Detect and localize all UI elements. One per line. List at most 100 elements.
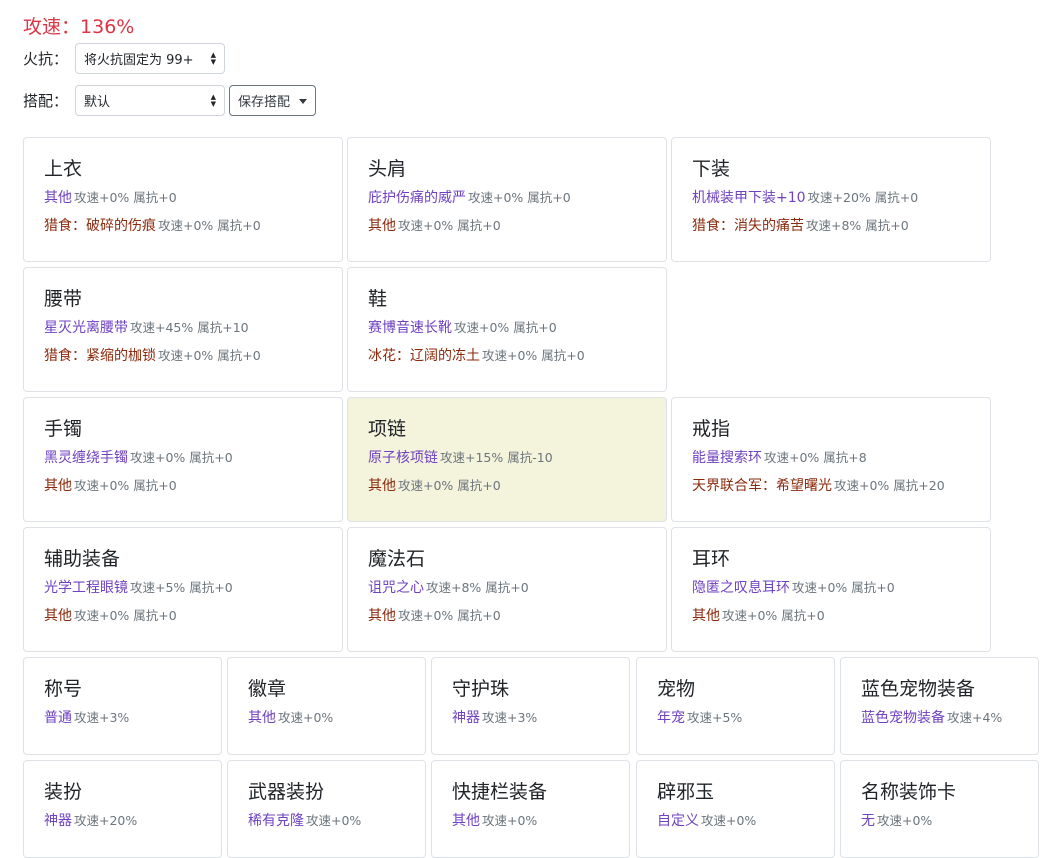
outfit-select-value: 默认	[84, 95, 111, 110]
item-line: 冰花：辽阔的冻土 攻速+0% 属抗+0	[368, 347, 666, 365]
item-name[interactable]: 其他	[368, 608, 396, 624]
slot-name: 腰带	[44, 288, 83, 310]
item-stats: 攻速+0%	[701, 813, 757, 828]
item-name[interactable]: 诅咒之心	[368, 580, 424, 596]
item-name[interactable]: 猎食：消失的痛苦	[692, 218, 804, 234]
item-line: 猎食：消失的痛苦 攻速+8% 属抗+0	[692, 217, 990, 235]
item-name[interactable]: 其他	[44, 608, 72, 624]
item-stats: 攻速+15% 属抗-10	[440, 450, 553, 465]
item-name[interactable]: 原子核项链	[368, 450, 438, 466]
item-name[interactable]: 其他	[368, 218, 396, 234]
item-name[interactable]: 稀有克隆	[248, 813, 304, 829]
item-name[interactable]: 神器	[44, 813, 72, 829]
item-name[interactable]: 机械装甲下装+10	[692, 190, 806, 206]
item-name[interactable]: 其他	[44, 478, 72, 494]
item-line: 其他 攻速+0%	[248, 709, 425, 727]
equipment-card[interactable]: 装扮 神器 攻速+20%	[23, 760, 222, 858]
equipment-card[interactable]: 下装机械装甲下装+10 攻速+20% 属抗+0 猎食：消失的痛苦 攻速+8% 属抗+0	[671, 137, 991, 262]
equipment-card[interactable]: 名称装饰卡无攻速+0%	[840, 760, 1039, 858]
slot-name: 下装	[692, 158, 731, 180]
outfit-select[interactable]: 默认 ▲ ▼	[75, 85, 225, 116]
slot-name: 徽章	[248, 678, 287, 700]
item-line: 庇护伤痛的威严 攻速+0% 属抗+0	[368, 189, 666, 207]
item-line: 其他 攻速+0% 属抗+0	[44, 607, 342, 625]
item-line: 星灭光离腰带 攻速+45% 属抗+10	[44, 319, 342, 337]
equipment-card[interactable]: 徽章其他 攻速+0%	[227, 657, 426, 755]
item-name[interactable]: 其他	[248, 710, 276, 726]
equipment-card[interactable]: 蓝色宠物装备 蓝色宠物装备 攻速+4%	[840, 657, 1039, 755]
item-stats: 攻速+20%	[74, 813, 138, 828]
item-name[interactable]: 自定义	[657, 813, 699, 829]
item-name[interactable]: 光学工程眼镜	[44, 580, 128, 596]
equipment-card[interactable]: 辅助装备 光学工程眼镜 攻速+5% 属抗+0 其他 攻速+0% 属抗+0	[23, 527, 343, 652]
item-name[interactable]: 猎食：紧缩的枷锁	[44, 348, 156, 364]
item-stats: 攻速+0% 属抗+0	[158, 218, 261, 233]
item-stats: 攻速+4%	[947, 710, 1003, 725]
slot-name: 蓝色宠物装备	[861, 678, 976, 700]
item-stats: 攻速+0%	[306, 813, 362, 828]
item-name[interactable]: 其他	[368, 478, 396, 494]
slot-name: 魔法石	[368, 548, 426, 570]
equipment-card[interactable]: 称号 普通 攻速+3%	[23, 657, 222, 755]
item-name[interactable]: 星灭光离腰带	[44, 320, 128, 336]
chevron-down-icon	[299, 99, 308, 104]
item-stats: 攻速+0%	[482, 813, 538, 828]
attack-speed-label: 攻速：	[23, 16, 81, 38]
slot-name: 项链	[368, 418, 407, 440]
item-name[interactable]: 赛博音速长靴	[368, 320, 452, 336]
equipment-card[interactable]: 腰带 星灭光离腰带 攻速+45% 属抗+10 猎食：紧缩的枷锁 攻速+0% 属抗+0	[23, 267, 343, 392]
item-stats: 攻速+5%	[687, 710, 743, 725]
item-line: 其他 攻速+0%	[452, 812, 629, 830]
item-line: 机械装甲下装+10 攻速+20% 属抗+0	[692, 189, 990, 207]
item-line: 无攻速+0%	[861, 812, 1038, 830]
item-name[interactable]: 冰花：辽阔的冻土	[368, 348, 480, 364]
item-name[interactable]: 其他	[692, 608, 720, 624]
equipment-card[interactable]: 魔法石诅咒之心 攻速+8% 属抗+0 其他 攻速+0% 属抗+0	[347, 527, 667, 652]
slot-name: 名称装饰卡	[861, 781, 957, 803]
item-stats: 攻速+8% 属抗+0	[806, 218, 909, 233]
save-outfit-button[interactable]: 保存搭配	[229, 85, 317, 116]
item-name[interactable]: 年宠	[657, 710, 685, 726]
equipment-card[interactable]: 守护珠 神器 攻速+3%	[431, 657, 630, 755]
item-name[interactable]: 隐匿之叹息耳环	[692, 580, 790, 596]
equipment-card[interactable]: 辟邪玉 自定义 攻速+0%	[636, 760, 835, 858]
select-arrows-icon: ▲ ▼	[210, 50, 216, 66]
item-name[interactable]: 蓝色宠物装备	[861, 710, 945, 726]
equipment-card[interactable]: 武器装扮稀有克隆 攻速+0%	[227, 760, 426, 858]
equipment-card[interactable]: 上衣 其他 攻速+0% 属抗+0 猎食：破碎的伤痕 攻速+0% 属抗+0	[23, 137, 343, 262]
item-stats: 攻速+0% 属抗+0	[398, 218, 501, 233]
item-line: 其他 攻速+0% 属抗+0	[368, 607, 666, 625]
item-name[interactable]: 猎食：破碎的伤痕	[44, 218, 156, 234]
item-name[interactable]: 无	[861, 813, 875, 829]
equipment-card[interactable]: 手镯 黑灵缠绕手镯 攻速+0% 属抗+0 其他 攻速+0% 属抗+0	[23, 397, 343, 522]
equipment-card[interactable]: 耳环 隐匿之叹息耳环 攻速+0% 属抗+0 其他 攻速+0% 属抗+0	[671, 527, 991, 652]
equipment-card[interactable]: 宠物 年宠 攻速+5%	[636, 657, 835, 755]
item-stats: 攻速+45% 属抗+10	[130, 320, 249, 335]
item-name[interactable]: 其他	[44, 190, 72, 206]
equipment-card[interactable]: 头肩 庇护伤痛的威严 攻速+0% 属抗+0 其他 攻速+0% 属抗+0	[347, 137, 667, 262]
item-stats: 攻速+8% 属抗+0	[426, 580, 529, 595]
item-line: 其他 攻速+0% 属抗+0	[368, 477, 666, 495]
item-line: 赛博音速长靴 攻速+0% 属抗+0	[368, 319, 666, 337]
item-stats: 攻速+0% 属抗+0	[398, 608, 501, 623]
slot-name: 快捷栏装备	[452, 781, 548, 803]
equipment-card[interactable]: 鞋赛博音速长靴 攻速+0% 属抗+0 冰花：辽阔的冻土 攻速+0% 属抗+0	[347, 267, 667, 392]
item-name[interactable]: 其他	[452, 813, 480, 829]
item-name[interactable]: 普通	[44, 710, 72, 726]
fire-resist-select[interactable]: 将火抗固定为 99+ ▲ ▼	[75, 43, 225, 74]
item-name[interactable]: 能量搜索环	[692, 450, 762, 466]
item-line: 天界联合军：希望曙光 攻速+0% 属抗+20	[692, 477, 990, 495]
equipment-card[interactable]: 戒指 能量搜索环 攻速+0% 属抗+8 天界联合军：希望曙光 攻速+0% 属抗+20	[671, 397, 991, 522]
equipment-card[interactable]: 项链原子核项链 攻速+15% 属抗-10 其他 攻速+0% 属抗+0	[347, 397, 667, 522]
item-name[interactable]: 庇护伤痛的威严	[368, 190, 466, 206]
item-name[interactable]: 黑灵缠绕手镯	[44, 450, 128, 466]
fire-resist-row: 火抗： 将火抗固定为 99+ ▲ ▼	[23, 43, 225, 74]
item-name[interactable]: 神器	[452, 710, 480, 726]
select-arrows-icon: ▲ ▼	[210, 92, 216, 108]
equipment-card[interactable]: 快捷栏装备其他 攻速+0%	[431, 760, 630, 858]
attack-speed-value: 136%	[80, 16, 135, 38]
item-name[interactable]: 天界联合军：希望曙光	[692, 478, 832, 494]
slot-name: 武器装扮	[248, 781, 325, 803]
item-stats: 攻速+0% 属抗+20	[834, 478, 945, 493]
slot-name: 称号	[44, 678, 83, 700]
